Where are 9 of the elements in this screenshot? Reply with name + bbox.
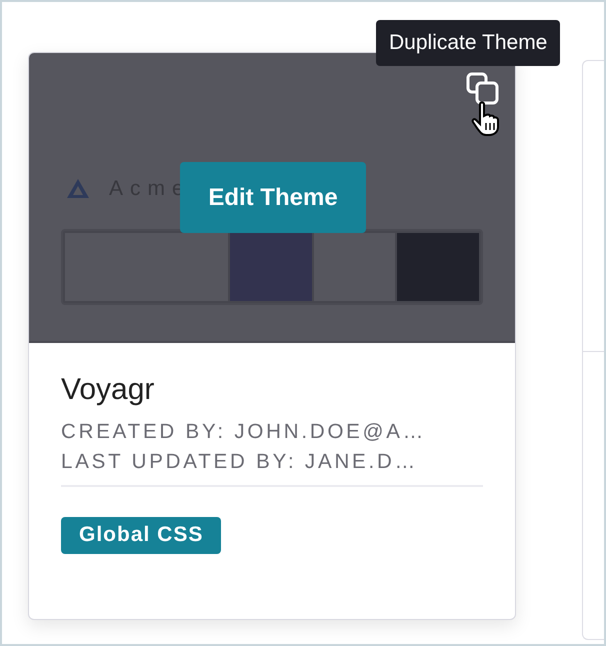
pointer-cursor-icon (471, 101, 501, 137)
logo-icon (65, 177, 91, 201)
tooltip: Duplicate Theme (376, 20, 560, 66)
theme-name: Voyagr (61, 373, 156, 407)
copy-icon[interactable] (465, 71, 501, 105)
edit-theme-button[interactable]: Edit Theme (180, 162, 366, 233)
last-updated-text: LAST UPDATED BY: JANE.D… (61, 449, 419, 475)
created-by-text: CREATED BY: JOHN.DOE@A… (61, 419, 428, 445)
global-css-tag: Global CSS (61, 517, 222, 554)
